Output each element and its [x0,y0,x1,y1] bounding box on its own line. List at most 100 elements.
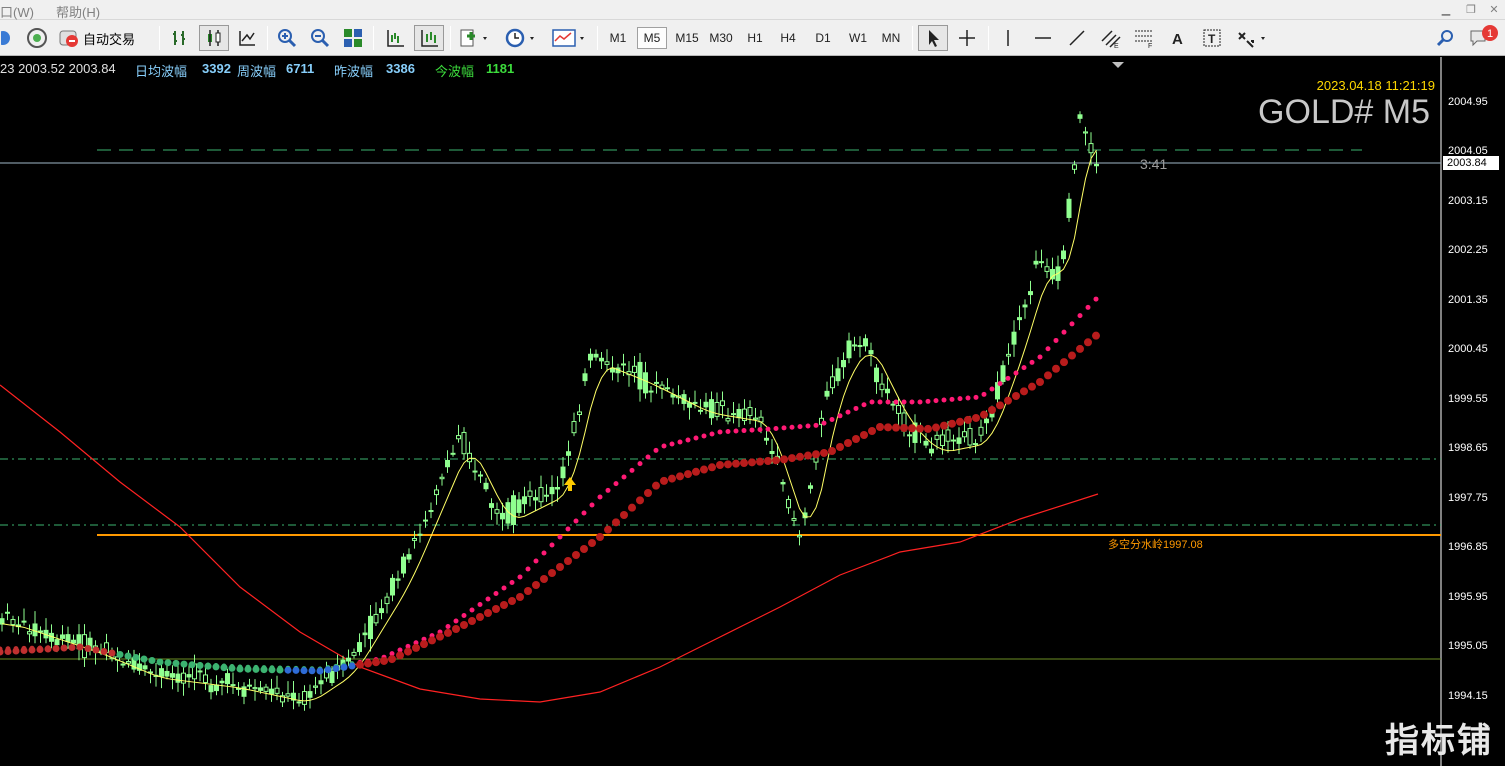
signal-dot-slow [172,659,180,667]
candle-body [225,673,230,685]
zoom-in-icon[interactable] [273,25,301,51]
templates-icon[interactable] [549,25,589,51]
candle-body [632,365,637,373]
timeframe-m5[interactable]: M5 [637,27,667,49]
signal-dot-fast [701,433,707,439]
timeframe-h4[interactable]: H4 [774,27,802,49]
timeframe-m15[interactable]: M15 [671,27,703,49]
weekly-label: 周波幅 [237,64,277,79]
autoscroll-icon[interactable] [414,25,444,51]
candle-body [379,608,384,614]
horizontal-line-icon[interactable] [1029,25,1057,51]
candle-body [956,437,962,444]
signal-dot-slow [268,666,276,674]
signal-dot-slow [836,443,844,451]
minimize-button[interactable]: ▁ [1438,3,1454,17]
arrows-icon[interactable] [1233,25,1271,51]
search-icon[interactable] [1433,25,1457,51]
signal-dot-slow [244,665,252,673]
candle-body [648,390,654,393]
candle-body [830,376,835,389]
text-label-icon[interactable]: T [1198,25,1226,51]
restore-button[interactable]: ❐ [1463,3,1479,17]
signal-dot-slow [788,454,796,463]
bar-chart-icon[interactable] [167,25,193,51]
candle-body [786,499,791,509]
tile-windows-icon[interactable] [339,25,367,51]
timeframe-d1[interactable]: D1 [808,27,838,49]
candle-body [269,688,274,695]
timeframe-h1[interactable]: H1 [741,27,769,49]
signal-dot-slow [324,666,332,674]
menu-window[interactable]: 口(W) [0,2,34,21]
signal-dot-fast [989,386,995,392]
signal-dot-fast [493,591,499,596]
signal-dot-slow [988,406,996,414]
signal-dot-fast [613,481,619,487]
signal-dot-fast [1029,359,1035,365]
periods-icon[interactable] [502,25,540,51]
trendline-icon[interactable] [1063,25,1091,51]
equidistant-channel-icon[interactable]: E [1096,25,1126,51]
signal-dot-fast [1069,321,1075,327]
signal-dot-slow [372,658,380,667]
signal-dot-slow [1036,378,1044,386]
line-chart-icon[interactable] [233,25,261,51]
price-tick: 1996.85 [1448,541,1488,553]
signal-dot-slow [1076,344,1084,353]
candle-body [544,494,549,497]
profile-icon[interactable] [0,25,14,51]
fibonacci-icon[interactable]: F [1130,25,1160,51]
chart-area[interactable]: 23 2003.52 2003.84 日均波幅 3392 周波幅 6711 昨波… [0,57,1505,766]
timeframe-mn[interactable]: MN [876,27,906,49]
crosshair-icon[interactable] [953,25,981,51]
candle-body [274,687,280,694]
candle-body [406,554,412,560]
timeframe-w1[interactable]: W1 [843,27,873,49]
signal-dot-slow [644,489,652,497]
candle-body [665,387,670,390]
auto-trade-button[interactable]: 自动交易 [58,25,150,51]
menu-help[interactable]: 帮助(H) [56,2,100,21]
vertical-line-icon[interactable] [995,25,1021,51]
signal-dot-slow [804,451,812,460]
candle-body [549,486,555,495]
signal-dot-slow [772,456,780,465]
signal-dot-fast [565,526,571,532]
signal-dot-fast [549,542,555,548]
chart-shift-icon[interactable] [381,25,409,51]
candle-body [1022,304,1028,308]
signal-dot-fast [589,502,595,508]
candle-body [1083,131,1088,134]
candle-body [599,357,604,362]
candle-body [395,578,401,581]
timeframe-m1[interactable]: M1 [603,27,633,49]
candle-body [373,613,379,624]
close-button[interactable]: ✕ [1486,3,1502,17]
text-icon[interactable]: A [1164,25,1192,51]
signal-dot-slow [916,424,924,433]
signal-dot-slow [492,605,500,613]
signal-dot-slow [148,657,156,664]
market-watch-icon[interactable] [25,25,49,51]
signal-dot-slow [260,666,268,674]
candle-body [582,373,588,382]
candle-body [692,401,698,404]
indicators-icon[interactable] [456,25,494,51]
symbol-title: GOLD# M5 [1258,93,1430,131]
zoom-out-icon[interactable] [306,25,334,51]
signal-dot-slow [276,666,284,674]
candlestick-chart-icon[interactable] [199,25,229,51]
signal-dot-fast [485,596,491,602]
price-tick: 2001.35 [1448,294,1488,306]
signal-dot-slow [364,659,372,668]
price-chart[interactable] [0,57,1505,766]
signal-dot-fast [597,494,603,500]
signal-dot-slow [1052,364,1060,373]
notifications-icon[interactable]: 1 [1467,25,1501,51]
signal-dot-fast [581,510,587,516]
slow-moving-average [0,384,1099,703]
cursor-icon[interactable] [918,25,948,51]
timeframe-m30[interactable]: M30 [705,27,737,49]
candle-body [934,434,940,440]
